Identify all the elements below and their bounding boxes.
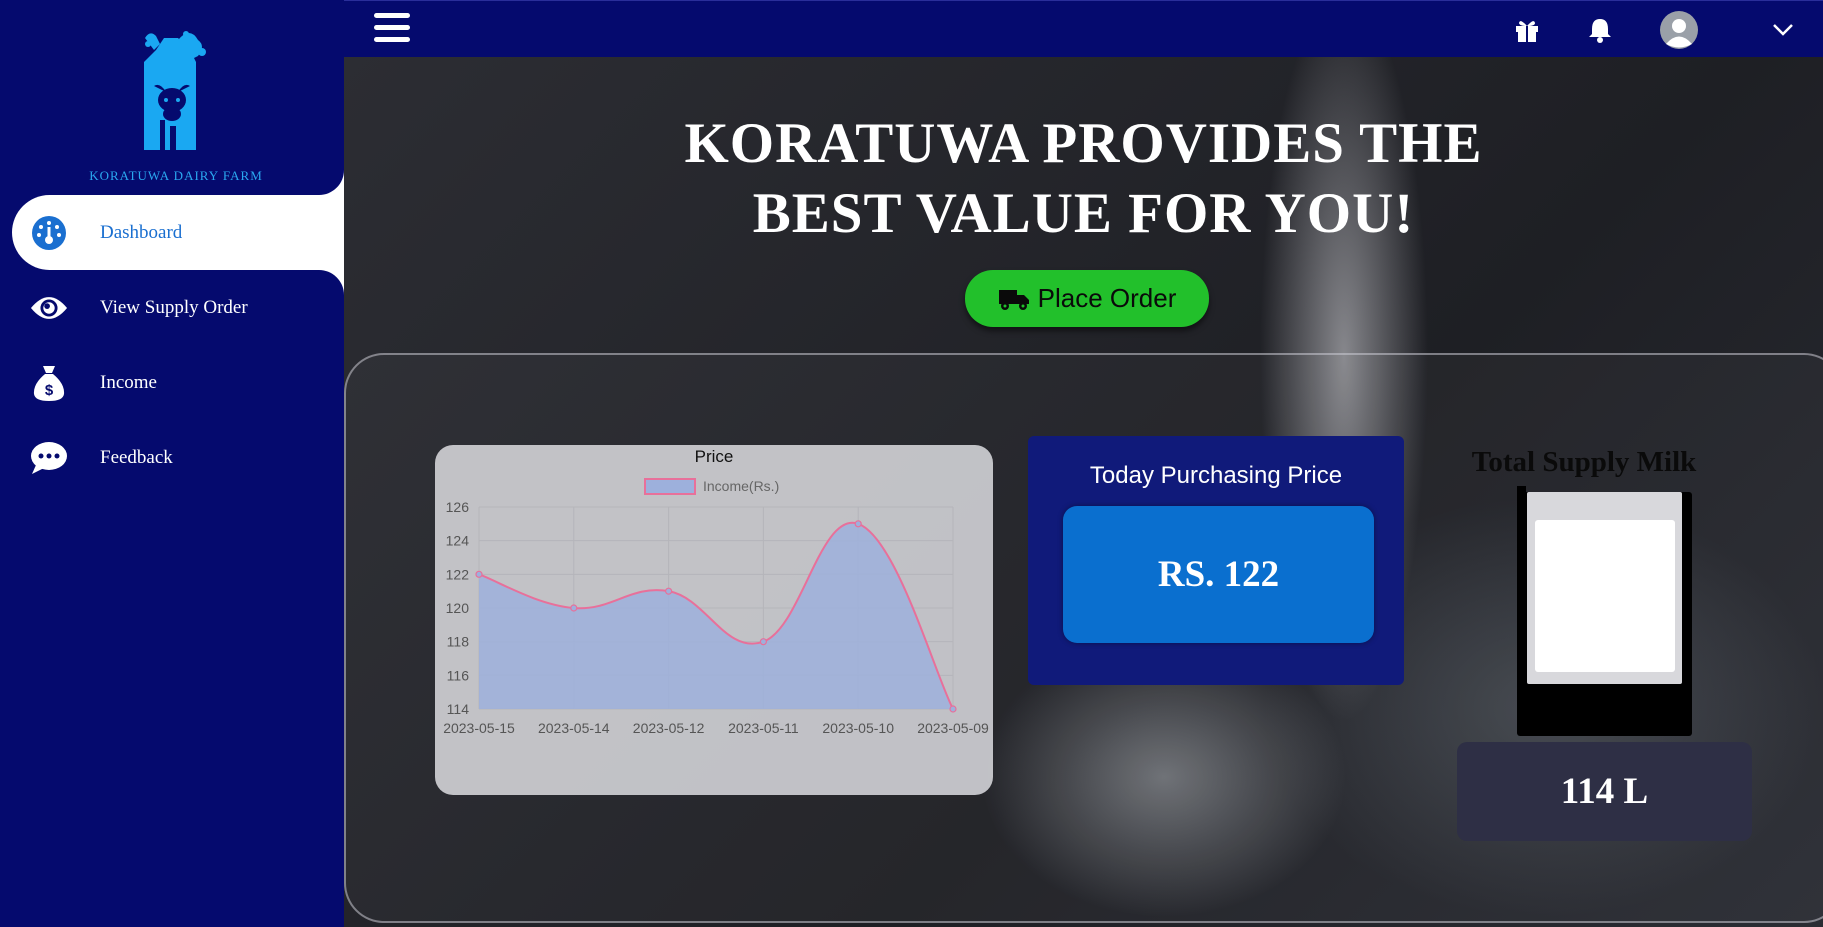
y-tick-label: 114 bbox=[447, 701, 470, 717]
x-tick-label: 2023-05-14 bbox=[538, 720, 610, 736]
chart-title: Price bbox=[695, 447, 734, 466]
hamburger-menu-icon[interactable] bbox=[374, 13, 410, 45]
y-tick-label: 118 bbox=[447, 634, 470, 650]
today-price-card: Today Purchasing Price RS. 122 bbox=[1028, 436, 1404, 685]
page-headline: KORATUWA PROVIDES THE BEST VALUE FOR YOU… bbox=[344, 109, 1823, 249]
sidebar-notch-top bbox=[318, 170, 344, 195]
sidebar: KORATUWA DAIRY FARM Dashboard View Suppl… bbox=[0, 0, 344, 927]
place-order-button[interactable]: Place Order bbox=[965, 270, 1209, 327]
top-bar bbox=[344, 0, 1823, 57]
chat-bubble-icon bbox=[30, 439, 68, 477]
milk-carton-logo-icon bbox=[144, 31, 206, 150]
sidebar-item-label: Feedback bbox=[100, 446, 173, 468]
chart-y-ticks: 114 116 118 120 122 124 126 bbox=[446, 499, 470, 717]
supply-value: 114 L bbox=[1457, 742, 1752, 841]
price-chart: 114116118120122124126 2023-05-15 2023-05-… bbox=[443, 447, 989, 736]
milk-tank-inner bbox=[1527, 492, 1682, 684]
sidebar-nav: Dashboard View Supply Order $ Income Fee… bbox=[0, 195, 344, 495]
place-order-label: Place Order bbox=[1037, 283, 1177, 313]
sidebar-item-label: View Supply Order bbox=[100, 296, 248, 318]
x-tick-label: 2023-05-12 bbox=[633, 720, 705, 736]
logo: KORATUWA DAIRY FARM bbox=[0, 0, 344, 195]
headline-line-1: KORATUWA PROVIDES THE bbox=[684, 112, 1483, 175]
legend-label: Income(Rs.) bbox=[703, 478, 779, 494]
chart-point bbox=[854, 520, 862, 528]
y-tick-label: 122 bbox=[446, 566, 470, 582]
chart-point bbox=[570, 604, 578, 612]
truck-icon bbox=[998, 287, 1030, 311]
chart-x-ticks: 2023-05-15 2023-05-14 2023-05-12 2023-05-11… bbox=[443, 720, 989, 736]
sidebar-item-dashboard[interactable]: Dashboard bbox=[12, 195, 344, 270]
money-bag-icon: $ bbox=[30, 364, 68, 402]
price-card-title: Today Purchasing Price bbox=[1089, 462, 1343, 489]
x-tick-label: 2023-05-09 bbox=[917, 720, 989, 736]
svg-text:$: $ bbox=[45, 382, 54, 399]
chart-point bbox=[759, 638, 767, 646]
sidebar-item-label: Income bbox=[100, 371, 157, 393]
sidebar-item-label: Dashboard bbox=[100, 221, 183, 243]
supply-title: Total Supply Milk bbox=[1471, 446, 1697, 478]
chevron-down-icon[interactable] bbox=[1768, 15, 1798, 45]
chart-area bbox=[479, 522, 953, 709]
y-tick-label: 124 bbox=[446, 533, 470, 549]
user-avatar-icon[interactable] bbox=[1659, 10, 1699, 50]
sidebar-item-view-supply-order[interactable]: View Supply Order bbox=[0, 270, 344, 345]
chart-point bbox=[475, 570, 483, 578]
y-tick-label: 116 bbox=[447, 667, 470, 683]
milk-tank-graphic bbox=[1517, 486, 1692, 736]
sidebar-item-feedback[interactable]: Feedback bbox=[0, 420, 344, 495]
y-tick-label: 126 bbox=[446, 499, 470, 515]
sidebar-item-income[interactable]: $ Income bbox=[0, 345, 344, 420]
headline-line-2: BEST VALUE FOR YOU! bbox=[752, 182, 1415, 245]
milk-tank-fill bbox=[1535, 520, 1675, 672]
gift-icon[interactable] bbox=[1512, 15, 1542, 45]
chart-point bbox=[665, 587, 673, 595]
x-tick-label: 2023-05-10 bbox=[822, 720, 894, 736]
eye-icon bbox=[30, 289, 68, 327]
y-tick-label: 120 bbox=[446, 600, 470, 616]
legend-swatch bbox=[644, 478, 696, 495]
logo-text: KORATUWA DAIRY FARM bbox=[89, 168, 263, 183]
dashboard-gauge-icon bbox=[30, 214, 68, 252]
bell-icon[interactable] bbox=[1585, 15, 1615, 45]
chart-point bbox=[949, 705, 957, 713]
price-chart-card: 114 116 118 120 122 124 126 2023-05-15 2023-05-… bbox=[435, 445, 993, 795]
main-content: KORATUWA PROVIDES THE BEST VALUE FOR YOU… bbox=[344, 57, 1823, 927]
x-tick-label: 2023-05-11 bbox=[728, 720, 799, 736]
x-tick-label: 2023-05-15 bbox=[443, 720, 515, 736]
price-value: RS. 122 bbox=[1063, 506, 1374, 643]
